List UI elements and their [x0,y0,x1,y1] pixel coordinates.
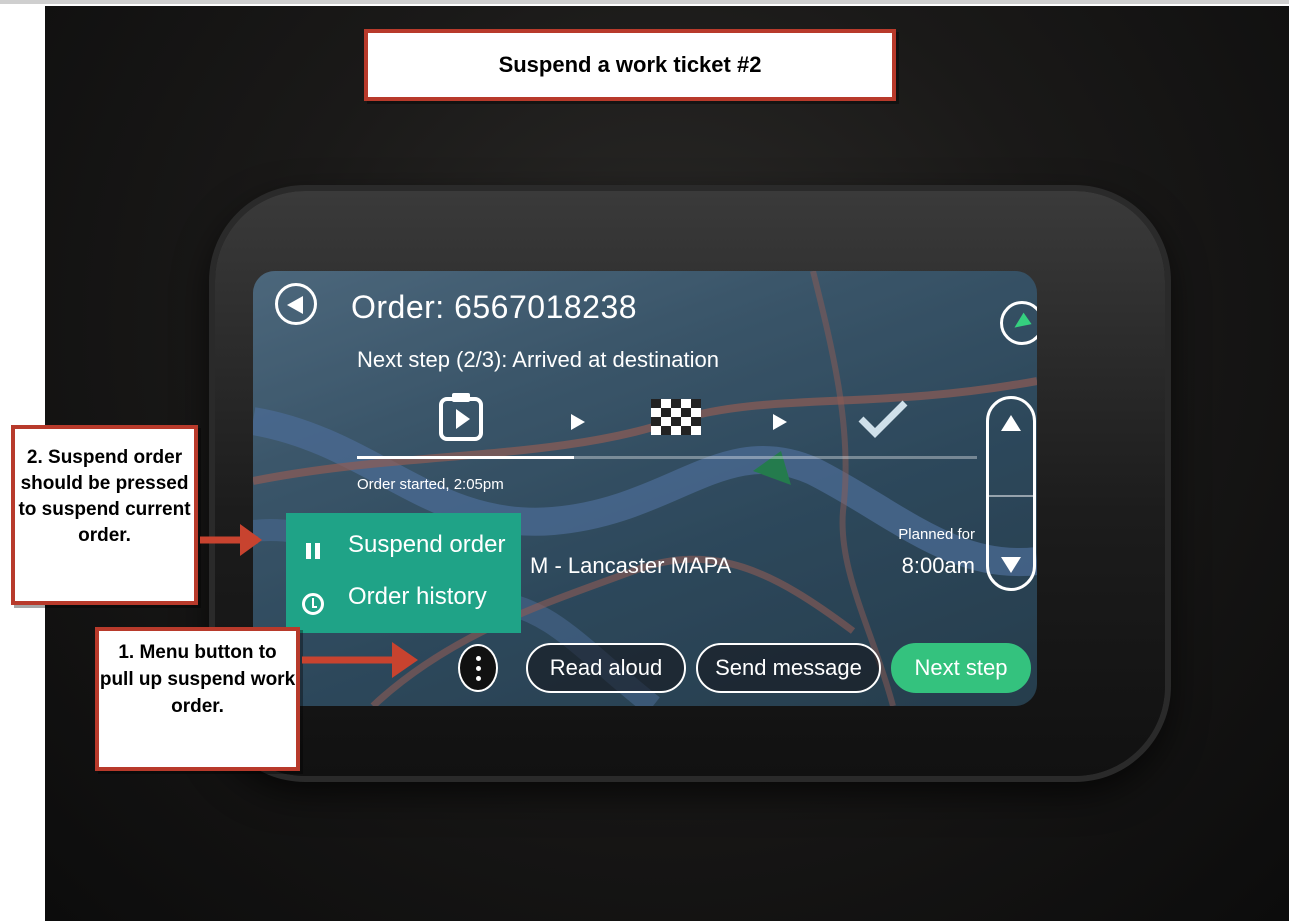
annotation-arrows [200,524,418,678]
arrow-head [240,524,262,556]
arrow-head [392,642,418,678]
